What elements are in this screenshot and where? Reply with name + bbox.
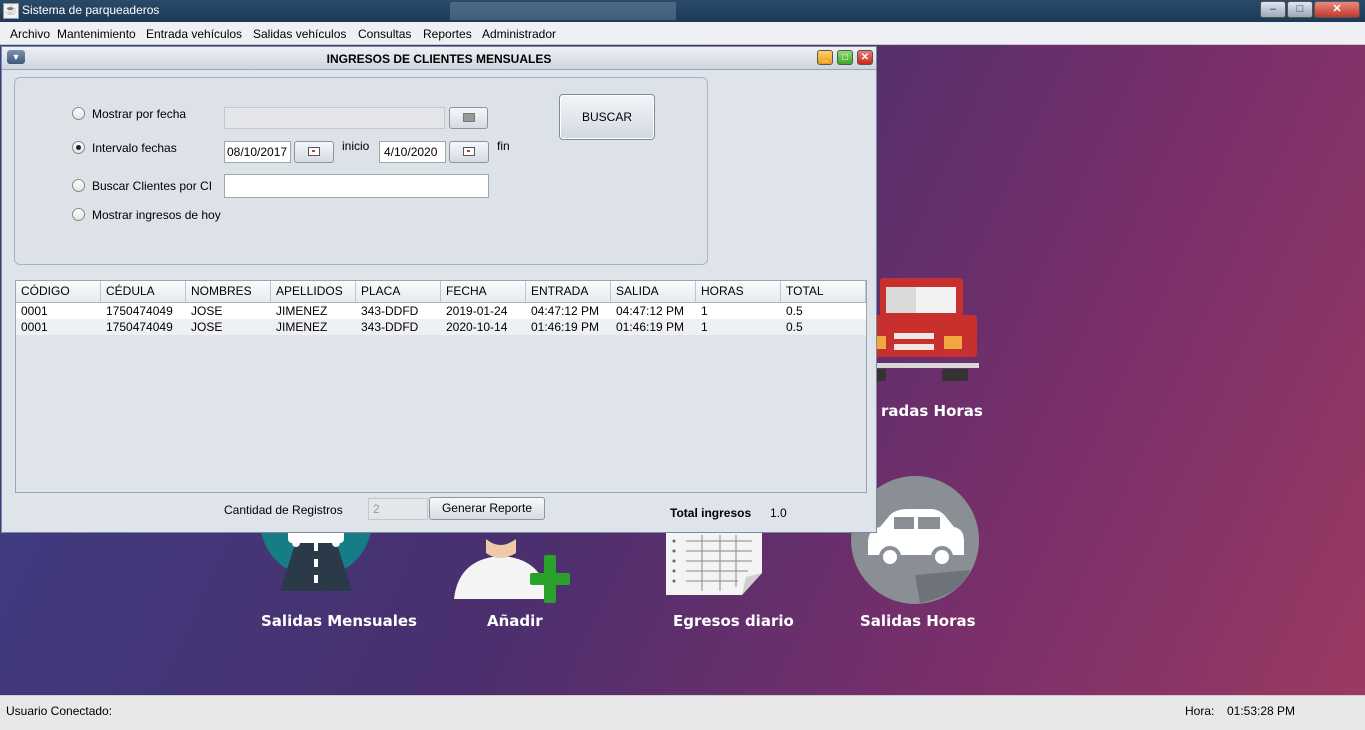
anadir-label[interactable]: Añadir <box>487 612 543 630</box>
col-codigo[interactable]: CÓDIGO <box>16 281 101 302</box>
col-apellidos[interactable]: APELLIDOS <box>271 281 356 302</box>
cantidad-registros-label: Cantidad de Registros <box>224 503 343 517</box>
dialog-maximize-button[interactable]: □ <box>837 50 853 65</box>
status-bar: Usuario Conectado: Hora: 01:53:28 PM <box>0 695 1365 730</box>
menu-salidas-vehiculos[interactable]: Salidas vehículos <box>253 27 346 41</box>
menu-entrada-vehiculos[interactable]: Entrada vehículos <box>146 27 242 41</box>
table-row[interactable]: 0001 1750474049 JOSE JIMENEZ 343-DDFD 20… <box>16 319 866 335</box>
col-horas[interactable]: HORAS <box>696 281 781 302</box>
col-nombres[interactable]: NOMBRES <box>186 281 271 302</box>
label-intervalo-fechas: Intervalo fechas <box>92 141 177 155</box>
hora-label: Hora: <box>1185 704 1215 718</box>
cell-nombres: JOSE <box>191 320 223 334</box>
add-person-icon[interactable] <box>448 533 588 613</box>
cell-horas: 1 <box>701 320 708 334</box>
cell-placa: 343-DDFD <box>361 320 419 334</box>
maximize-button[interactable]: □ <box>1287 1 1313 18</box>
total-ingresos-value: 1.0 <box>770 506 787 520</box>
ci-search-input[interactable] <box>224 174 489 198</box>
cell-entrada: 01:46:19 PM <box>531 320 600 334</box>
cell-salida: 01:46:19 PM <box>616 320 685 334</box>
menu-reportes[interactable]: Reportes <box>423 27 472 41</box>
label-fin: fin <box>497 139 510 153</box>
salidas-mensuales-label[interactable]: Salidas Mensuales <box>261 612 417 630</box>
label-inicio: inicio <box>342 139 370 153</box>
radio-ingresos-de-hoy[interactable] <box>72 208 85 221</box>
cell-codigo: 0001 <box>21 320 48 334</box>
cell-total: 0.5 <box>786 304 803 318</box>
radio-mostrar-por-fecha[interactable] <box>72 107 85 120</box>
radio-intervalo-fechas[interactable] <box>72 141 85 154</box>
cell-salida: 04:47:12 PM <box>616 304 685 318</box>
cell-cedula: 1750474049 <box>106 304 173 318</box>
close-button[interactable]: ✕ <box>1314 1 1360 18</box>
ingresos-dialog: ▼ INGRESOS DE CLIENTES MENSUALES _ □ ✕ M… <box>1 46 877 533</box>
window-title: Sistema de parqueaderos <box>22 3 160 17</box>
menu-mantenimiento[interactable]: Mantenimiento <box>57 27 136 41</box>
cell-apellidos: JIMENEZ <box>276 304 328 318</box>
dialog-minimize-button[interactable]: _ <box>817 50 833 65</box>
col-salida[interactable]: SALIDA <box>611 281 696 302</box>
col-placa[interactable]: PLACA <box>356 281 441 302</box>
cell-fecha: 2019-01-24 <box>446 304 508 318</box>
road-icon[interactable] <box>258 521 374 603</box>
dialog-close-button[interactable]: ✕ <box>857 50 873 65</box>
dialog-title-bar: ▼ INGRESOS DE CLIENTES MENSUALES _ □ ✕ <box>2 47 876 70</box>
hora-value: 01:53:28 PM <box>1227 704 1296 718</box>
buscar-button[interactable]: BUSCAR <box>559 94 655 140</box>
cell-placa: 343-DDFD <box>361 304 419 318</box>
spreadsheet-icon[interactable] <box>662 533 772 603</box>
calendar-icon <box>463 113 475 122</box>
label-buscar-por-ci: Buscar Clientes por CI <box>92 179 213 193</box>
egresos-diario-label[interactable]: Egresos diario <box>673 612 794 630</box>
cell-codigo: 0001 <box>21 304 48 318</box>
salidas-horas-label[interactable]: Salidas Horas <box>860 612 976 630</box>
inicio-calendar-button[interactable] <box>294 141 334 163</box>
truck-icon[interactable] <box>860 275 985 385</box>
label-ingresos-de-hoy: Mostrar ingresos de hoy <box>92 208 221 222</box>
ingresos-table: CÓDIGO CÉDULA NOMBRES APELLIDOS PLACA FE… <box>15 280 867 493</box>
cell-apellidos: JIMENEZ <box>276 320 328 334</box>
table-header: CÓDIGO CÉDULA NOMBRES APELLIDOS PLACA FE… <box>16 281 866 303</box>
table-row[interactable]: 0001 1750474049 JOSE JIMENEZ 343-DDFD 20… <box>16 303 866 319</box>
entradas-horas-label[interactable]: radas Horas <box>881 402 983 420</box>
menu-bar: Archivo Mantenimiento Entrada vehículos … <box>0 22 1365 45</box>
col-total[interactable]: TOTAL <box>781 281 866 302</box>
menu-consultas[interactable]: Consultas <box>358 27 411 41</box>
java-app-icon: ☕ <box>3 3 19 19</box>
background-title-ghost <box>450 2 676 20</box>
col-cedula[interactable]: CÉDULA <box>101 281 186 302</box>
col-fecha[interactable]: FECHA <box>441 281 526 302</box>
minimize-button[interactable]: ‒ <box>1260 1 1286 18</box>
fecha-field <box>224 107 445 129</box>
cell-nombres: JOSE <box>191 304 223 318</box>
cell-entrada: 04:47:12 PM <box>531 304 600 318</box>
window-title-bar: ☕ Sistema de parqueaderos ‒ □ ✕ <box>0 0 1365 22</box>
col-entrada[interactable]: ENTRADA <box>526 281 611 302</box>
radio-buscar-por-ci[interactable] <box>72 179 85 192</box>
cell-fecha: 2020-10-14 <box>446 320 508 334</box>
usuario-conectado-label: Usuario Conectado: <box>6 704 113 718</box>
generar-reporte-button[interactable]: Generar Reporte <box>429 497 545 520</box>
menu-archivo[interactable]: Archivo <box>10 27 50 41</box>
calendar-icon <box>463 147 475 156</box>
fecha-fin-field[interactable]: 4/10/2020 <box>379 141 446 163</box>
cell-cedula: 1750474049 <box>106 320 173 334</box>
dialog-title: INGRESOS DE CLIENTES MENSUALES <box>326 52 552 66</box>
menu-administrador[interactable]: Administrador <box>482 27 556 41</box>
fecha-inicio-field[interactable]: 08/10/2017 <box>224 141 291 163</box>
fin-calendar-button[interactable] <box>449 141 489 163</box>
label-mostrar-por-fecha: Mostrar por fecha <box>92 107 187 121</box>
cantidad-registros-field: 2 <box>368 498 428 520</box>
total-ingresos-label: Total ingresos <box>670 506 752 520</box>
cell-horas: 1 <box>701 304 708 318</box>
fecha-calendar-button <box>449 107 488 129</box>
cell-total: 0.5 <box>786 320 803 334</box>
calendar-icon <box>308 147 320 156</box>
